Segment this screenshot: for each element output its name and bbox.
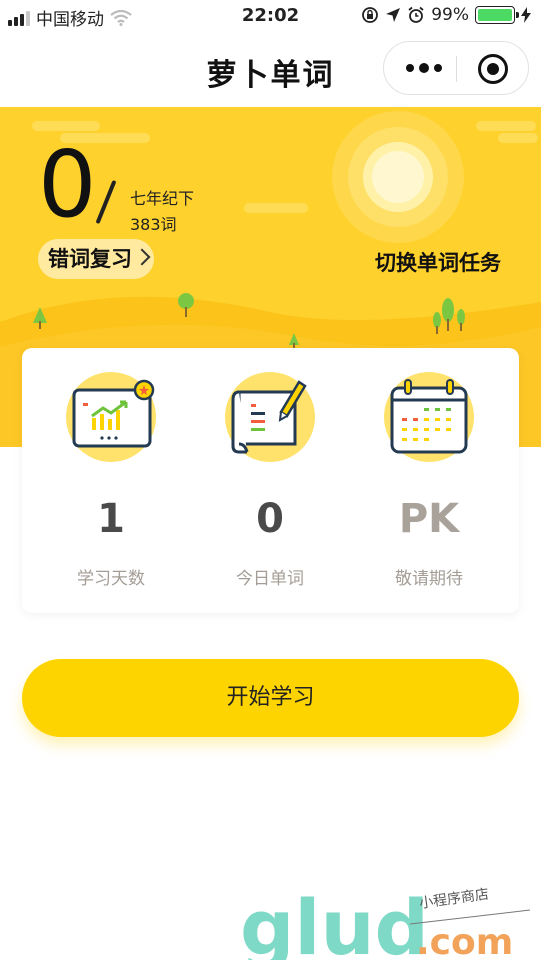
book-name: 七年纪下 [130,189,195,208]
mini-program-capsule [383,41,529,95]
charging-icon [521,7,531,23]
today-words-value: 0 [256,496,284,542]
chart-board-icon [66,372,156,462]
switch-task-link[interactable]: 切换单词任务 [375,247,501,277]
wrong-word-review-button[interactable]: 错词复习 [38,239,154,279]
nav-bar: 萝卜单词 [0,34,541,106]
watermark-suffix: .com [416,922,513,960]
scroll-list-icon [225,372,315,462]
location-icon [386,8,401,22]
stat-study-days[interactable]: 1 学习天数 [28,348,194,613]
stat-pk-coming-soon[interactable]: PK 敬请期待 [346,348,512,613]
close-target-button[interactable] [478,54,508,84]
rotation-lock-icon [362,7,379,23]
review-button-label: 错词复习 [48,247,132,271]
status-bar: 中国移动 22:02 99% [0,0,541,34]
battery-percent: 99% [431,5,469,25]
status-right: 99% [361,5,531,25]
today-words-label: 今日单词 [236,569,304,589]
alarm-icon [408,6,424,23]
app-screen: 中国移动 22:02 99% 萝卜单词 0 七年纪下 383词 错词复习 切换单… [0,0,541,960]
study-days-label: 学习天数 [77,569,145,589]
site-watermark-logo: glud .com 小程序商店 [240,883,531,960]
pk-label: 敬请期待 [395,569,463,589]
stat-today-words[interactable]: 0 今日单词 [187,348,353,613]
word-count-big: 0 [38,131,97,238]
capsule-divider [456,56,457,82]
watermark-tagline: 小程序商店 [418,886,490,912]
watermark-main: glud [240,883,429,960]
battery-icon [475,6,519,24]
calendar-icon [384,372,474,462]
book-word-total: 383词 [130,215,177,234]
start-learning-button[interactable]: 开始学习 [22,659,519,737]
study-days-value: 1 [97,496,125,542]
pk-value: PK [398,496,460,542]
chevron-right-icon [133,248,151,266]
more-button[interactable] [406,63,442,73]
stats-card: 1 学习天数 0 今日单词 PK 敬请期待 [22,348,519,613]
